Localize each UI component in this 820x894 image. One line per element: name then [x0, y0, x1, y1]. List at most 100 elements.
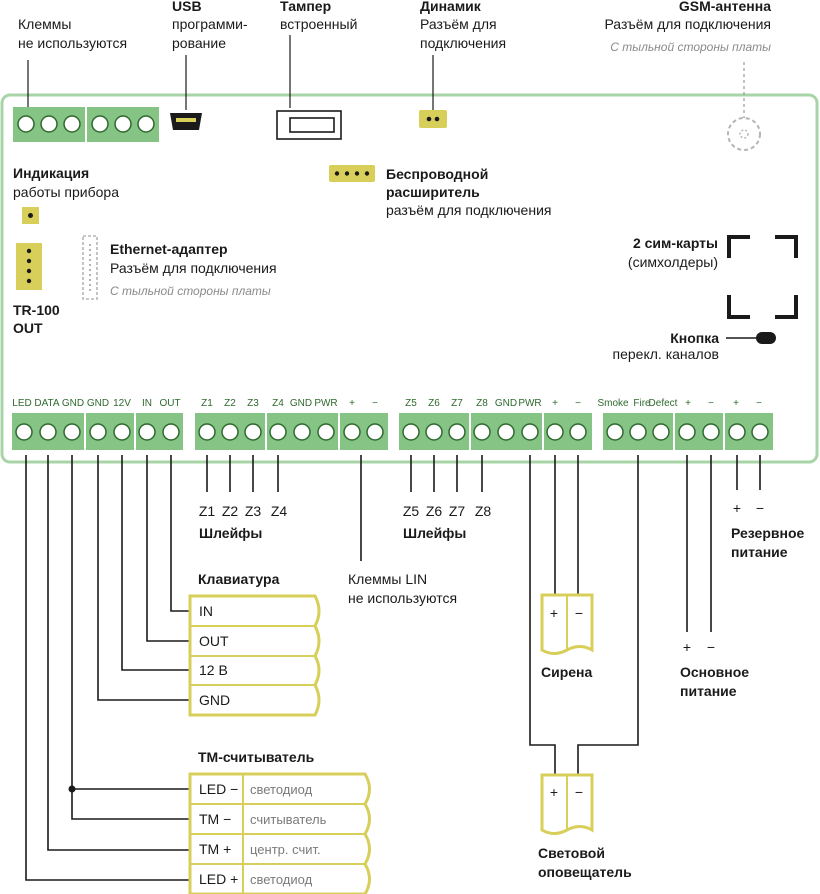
- loop-label-z2: Z2: [222, 503, 239, 519]
- tamper-line-1: встроенный: [280, 16, 357, 32]
- reader-desc-2: считыватель: [250, 812, 327, 827]
- wiring-diagram: Клеммы не используются USB программи- ро…: [0, 0, 819, 894]
- strobe-plus: +: [550, 784, 558, 800]
- wire-in: [170, 455, 190, 612]
- reader-desc-1: светодиод: [250, 782, 313, 797]
- loops-left-title: Шлейфы: [199, 525, 262, 541]
- reader-pin-tm-minus: TM −: [199, 811, 231, 827]
- terminal-label-smoke: Smoke: [597, 398, 629, 409]
- siren-minus: −: [575, 605, 583, 621]
- terminal-label-pwr-2: PWR: [518, 398, 541, 409]
- terminal-label-z2: Z2: [224, 398, 236, 409]
- keypad-title: Клавиатура: [198, 571, 280, 587]
- button-title: Кнопка: [670, 330, 719, 346]
- wire-out: [146, 455, 190, 642]
- reader-pin-led-minus: LED −: [199, 781, 238, 797]
- ethernet-title: Ethernet-адаптер: [110, 241, 228, 257]
- keypad-pin-in: IN: [199, 603, 213, 619]
- gsm-line-1: Разъём для подключения: [604, 16, 771, 32]
- terminal-label-z4: Z4: [272, 398, 284, 409]
- speaker-title: Динамик: [420, 0, 482, 14]
- indication-line: работы прибора: [13, 184, 119, 200]
- terminal-label-gnd-3: GND: [290, 398, 312, 409]
- loop-label-z8: Z8: [475, 503, 492, 519]
- strobe-title-1: Световой: [538, 845, 605, 861]
- terminal-label-defect: Defect: [649, 398, 678, 409]
- wireless-title-1: Беспроводной: [386, 166, 488, 182]
- reader-pin-tm-plus: TM +: [199, 841, 231, 857]
- terminal-label-z1: Z1: [201, 398, 213, 409]
- channel-button-icon: [756, 332, 776, 344]
- terminal-label-minus-1: −: [372, 398, 378, 409]
- siren-title: Сирена: [541, 664, 593, 680]
- reader-desc-3: центр. счит.: [250, 842, 321, 857]
- usb-connector: [170, 113, 202, 130]
- lin-label-1: Клеммы LIN: [348, 571, 427, 587]
- indicator-led-icon: [22, 207, 39, 224]
- terminal-label-gnd-1: GND: [62, 398, 84, 409]
- reader-title: ТМ-считыватель: [198, 749, 315, 765]
- main-power-title-1: Основное: [680, 664, 749, 680]
- reader-desc-4: светодиод: [250, 872, 313, 887]
- backup-power-minus: −: [756, 500, 764, 516]
- ethernet-line: Разъём для подключения: [110, 260, 277, 276]
- usb-line-2: рование: [172, 35, 226, 51]
- siren-plus: +: [550, 605, 558, 621]
- tr100-label-1: TR-100: [13, 302, 60, 318]
- tr100-connector: [16, 243, 42, 290]
- gsm-note: С тыльной стороны платы: [610, 40, 771, 54]
- terminal-label-gnd-4: GND: [495, 398, 517, 409]
- backup-power-title-1: Резервное: [731, 525, 805, 541]
- terminal-label-minus-3: −: [708, 398, 714, 409]
- main-power-minus: −: [707, 639, 715, 655]
- wireless-connector: [329, 165, 375, 182]
- loop-label-z4: Z4: [271, 503, 288, 519]
- wire-led-plus: [25, 455, 190, 881]
- terminal-label-minus-4: −: [756, 398, 762, 409]
- loops-right-title: Шлейфы: [403, 525, 466, 541]
- tamper-switch: [276, 110, 342, 140]
- terminal-label-pwr-1: PWR: [314, 398, 337, 409]
- tamper-title: Тампер: [280, 0, 331, 14]
- terminal-label-gnd-2: GND: [87, 398, 109, 409]
- lin-label-2: не используются: [348, 590, 457, 606]
- speaker-line-1: Разъём для: [420, 16, 497, 32]
- terminal-label-z7: Z7: [451, 398, 463, 409]
- wire-tm-minus: [71, 789, 190, 820]
- strobe-title-2: оповещатель: [538, 864, 632, 880]
- wireless-title-2: расширитель: [386, 184, 480, 200]
- usb-title: USB: [172, 0, 202, 14]
- keypad-pin-gnd: GND: [199, 692, 230, 708]
- terminal-label-in: IN: [142, 398, 152, 409]
- terminal-label-led: LED: [12, 398, 31, 409]
- strobe-minus: −: [575, 784, 583, 800]
- speaker-line-2: подключения: [420, 35, 506, 51]
- gsm-title: GSM-антенна: [679, 0, 771, 14]
- wire-gnd: [97, 455, 190, 701]
- terminal-label-plus-3: +: [685, 398, 691, 409]
- terminal-label-z8: Z8: [476, 398, 488, 409]
- tr100-label-2: OUT: [13, 320, 43, 336]
- main-power-title-2: питание: [680, 683, 737, 699]
- wireless-line: разъём для подключения: [386, 202, 551, 218]
- loop-label-z6: Z6: [426, 503, 443, 519]
- ethernet-note: С тыльной стороны платы: [110, 284, 271, 298]
- loop-label-z7: Z7: [449, 503, 466, 519]
- backup-power-title-2: питание: [731, 544, 788, 560]
- reader-pin-led-plus: LED +: [199, 871, 238, 887]
- loop-label-z3: Z3: [245, 503, 262, 519]
- sim-line: (симхолдеры): [628, 254, 718, 270]
- terminal-label-z6: Z6: [428, 398, 440, 409]
- terminal-label-plus-1: +: [349, 398, 355, 409]
- wire-12v: [121, 455, 190, 671]
- terminal-label-minus-2: −: [575, 398, 581, 409]
- unused-terminals-label-2: не используются: [18, 35, 127, 51]
- terminal-label-plus-2: +: [552, 398, 558, 409]
- loop-label-z1: Z1: [199, 503, 216, 519]
- terminal-label-data: DATA: [34, 398, 60, 409]
- usb-line-1: программи-: [172, 16, 248, 32]
- main-power-plus: +: [683, 639, 691, 655]
- sim-title: 2 сим-карты: [633, 235, 718, 251]
- keypad-pin-12v: 12 В: [199, 662, 228, 678]
- terminal-label-z3: Z3: [247, 398, 259, 409]
